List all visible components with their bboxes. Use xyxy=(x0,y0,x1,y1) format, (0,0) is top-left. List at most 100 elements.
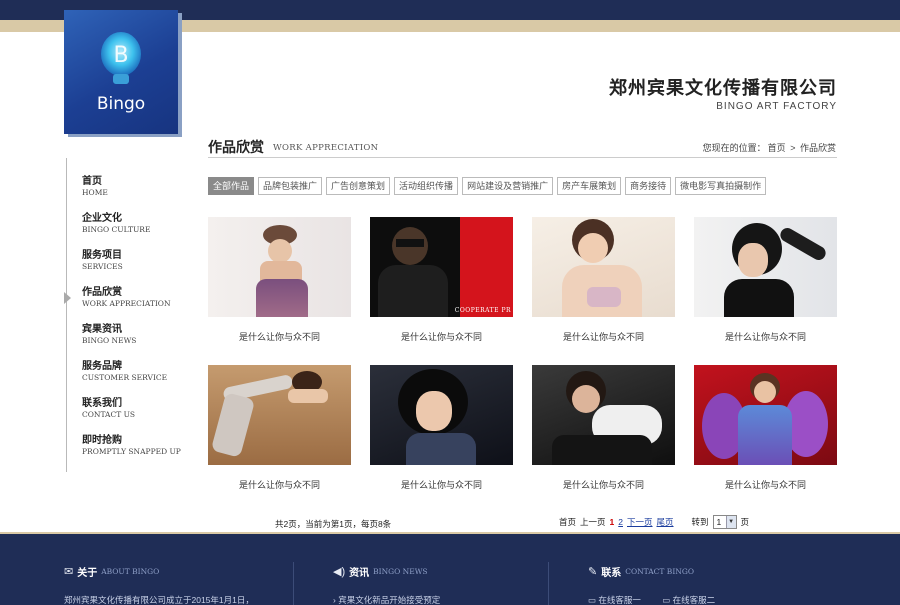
online-service-links: ▭ 在线客服一 ▭ 在线客服二 xyxy=(588,594,715,605)
filter-web-marketing[interactable]: 网站建设及营销推广 xyxy=(462,177,554,195)
gallery-card[interactable]: 是什么让你与众不同 xyxy=(694,365,837,491)
page-title: 作品欣赏 xyxy=(208,140,264,156)
footer-about-title: 关于 xyxy=(77,568,98,579)
photo-thumbnail[interactable] xyxy=(208,217,351,317)
gallery-card[interactable]: 是什么让你与众不同 xyxy=(370,365,513,491)
gallery-card[interactable]: 是什么让你与众不同 xyxy=(694,217,837,343)
filter-all-works[interactable]: 全部作品 xyxy=(208,177,255,195)
filter-business-reception[interactable]: 商务接待 xyxy=(625,177,672,195)
lightbulb-icon: B xyxy=(101,32,141,84)
photo-caption[interactable]: 是什么让你与众不同 xyxy=(532,478,675,491)
photo-caption[interactable]: 是什么让你与众不同 xyxy=(370,478,513,491)
gallery-card[interactable]: 是什么让你与众不同 xyxy=(208,365,351,491)
logo[interactable]: B Bingo xyxy=(64,10,178,134)
photo-caption[interactable]: 是什么让你与众不同 xyxy=(370,330,513,343)
footer-about-text: 郑州宾果文化传播有限公司成立于2015年1月1日， xyxy=(64,595,254,605)
nav-item-label-cn: 首页 xyxy=(82,176,102,187)
filter-micro-film[interactable]: 微电影写真拍摄制作 xyxy=(675,177,767,195)
page-2-link[interactable]: 2 xyxy=(618,517,623,527)
nav-item-label-en: PROMPTLY SNAPPED UP xyxy=(82,447,181,456)
photo-thumbnail[interactable] xyxy=(694,365,837,465)
nav-item-home[interactable]: 首页 HOME xyxy=(82,176,108,198)
category-filters: 全部作品 品牌包装推广 广告创意策划 活动组织传播 网站建设及营销推广 房产车展… xyxy=(208,177,767,196)
breadcrumb-separator: > xyxy=(790,143,796,153)
logo-text: Bingo xyxy=(96,94,146,114)
gallery-card[interactable]: 是什么让你与众不同 xyxy=(532,365,675,491)
footer-about-heading: ✉ 关于 ABOUT BINGO xyxy=(64,564,159,579)
chat-icon: ▭ xyxy=(588,595,597,605)
photo-caption[interactable]: 是什么让你与众不同 xyxy=(208,330,351,343)
photo-thumbnail[interactable] xyxy=(208,365,351,465)
page-select[interactable]: 1 ▼ xyxy=(712,515,737,529)
pagination-info: 共2页，当前为第1页，每页8条 xyxy=(275,519,392,529)
nav-item-label-en: CUSTOMER SERVICE xyxy=(82,373,168,382)
gallery-card[interactable]: 是什么让你与众不同 xyxy=(208,217,351,343)
pagination: 首页 上一页 1 2 下一页 尾页 转到 1 ▼ 页 xyxy=(559,515,749,529)
filter-real-estate-auto[interactable]: 房产车展策划 xyxy=(557,177,622,195)
filter-ad-planning[interactable]: 广告创意策划 xyxy=(326,177,391,195)
breadcrumb-current: 作品欣赏 xyxy=(799,143,836,153)
filter-event-organization[interactable]: 活动组织传播 xyxy=(394,177,459,195)
nav-item-news[interactable]: 宾果资讯 BINGO NEWS xyxy=(82,324,136,346)
photo-thumbnail[interactable]: COOPERATE PR xyxy=(370,217,513,317)
nav-item-customer-service[interactable]: 服务品牌 CUSTOMER SERVICE xyxy=(82,361,167,383)
nav-item-works[interactable]: 作品欣赏 WORK APPRECIATION xyxy=(82,287,171,309)
photo-caption[interactable]: 是什么让你与众不同 xyxy=(208,478,351,491)
footer-news-item-text[interactable]: 宾果文化新品开始接受预定 xyxy=(338,595,440,605)
photo-tag: COOPERATE PR xyxy=(454,307,511,314)
nav-item-contact[interactable]: 联系我们 CONTACT US xyxy=(82,398,135,420)
current-page-number: 1 xyxy=(609,517,615,527)
page-subtitle: WORK APPRECIATION xyxy=(273,143,379,153)
nav-item-label-cn: 联系我们 xyxy=(82,398,122,409)
nav-item-label-cn: 宾果资讯 xyxy=(82,324,122,335)
breadcrumb: 您现在的位置： 首页 > 作品欣赏 xyxy=(702,141,837,154)
work-gallery: 是什么让你与众不同 COOPERATE PR 是什么让你与众不同 是什么让你与众… xyxy=(208,217,838,497)
photo-thumbnail[interactable] xyxy=(532,217,675,317)
prev-page-link[interactable]: 上一页 xyxy=(580,516,606,528)
online-service-2-link[interactable]: 在线客服二 xyxy=(673,595,716,605)
photo-caption[interactable]: 是什么让你与众不同 xyxy=(694,330,837,343)
nav-item-label-en: CONTACT US xyxy=(82,410,136,419)
nav-item-label-en: WORK APPRECIATION xyxy=(82,299,171,308)
next-page-link[interactable]: 下一页 xyxy=(627,516,653,528)
goto-label: 转到 xyxy=(691,517,709,527)
handshake-icon: ✉ xyxy=(64,566,74,578)
section-header: 作品欣赏 WORK APPRECIATION 您现在的位置： 首页 > 作品欣赏 xyxy=(208,134,837,158)
photo-thumbnail[interactable] xyxy=(370,365,513,465)
breadcrumb-home-link[interactable]: 首页 xyxy=(768,143,786,153)
footer-news-item[interactable]: › 宾果文化新品开始接受预定 xyxy=(333,594,440,605)
edit-icon: ✎ xyxy=(588,566,598,578)
first-page-link[interactable]: 首页 xyxy=(559,516,576,528)
nav-item-label-cn: 企业文化 xyxy=(82,213,122,224)
breadcrumb-prefix: 您现在的位置： xyxy=(702,143,766,153)
photo-caption[interactable]: 是什么让你与众不同 xyxy=(532,330,675,343)
footer-contact-subtitle: CONTACT BINGO xyxy=(625,567,694,576)
nav-item-label-cn: 服务品牌 xyxy=(82,361,122,372)
photo-caption[interactable]: 是什么让你与众不同 xyxy=(694,478,837,491)
chat-icon: ▭ xyxy=(662,595,671,605)
nav-item-label-en: BINGO NEWS xyxy=(82,336,137,345)
nav-item-culture[interactable]: 企业文化 BINGO CULTURE xyxy=(82,213,150,235)
nav-item-label-en: HOME xyxy=(82,188,108,197)
nav-item-label-cn: 服务项目 xyxy=(82,250,122,261)
footer-contact-heading: ✎ 联系 CONTACT BINGO xyxy=(588,564,694,579)
footer-about-subtitle: ABOUT BINGO xyxy=(101,567,160,576)
svg-text:B: B xyxy=(113,43,128,68)
company-name: 郑州宾果文化传播有限公司 BINGO ART FACTORY xyxy=(609,74,837,112)
company-name-cn: 郑州宾果文化传播有限公司 xyxy=(609,78,837,99)
footer-news-title: 资讯 xyxy=(349,568,370,579)
company-name-en: BINGO ART FACTORY xyxy=(716,101,837,112)
chevron-down-icon[interactable]: ▼ xyxy=(725,516,736,528)
gallery-card[interactable]: 是什么让你与众不同 xyxy=(532,217,675,343)
filter-brand-packaging[interactable]: 品牌包装推广 xyxy=(258,177,323,195)
nav-item-services[interactable]: 服务项目 SERVICES xyxy=(82,250,123,272)
photo-thumbnail[interactable] xyxy=(532,365,675,465)
nav-item-label-cn: 作品欣赏 xyxy=(82,287,122,298)
last-page-link[interactable]: 尾页 xyxy=(657,516,674,528)
photo-thumbnail[interactable] xyxy=(694,217,837,317)
gallery-card[interactable]: COOPERATE PR 是什么让你与众不同 xyxy=(370,217,513,343)
footer-divider xyxy=(548,562,549,605)
footer-contact-title: 联系 xyxy=(601,568,622,579)
nav-item-snapped-up[interactable]: 即时抢购 PROMPTLY SNAPPED UP xyxy=(82,435,181,457)
online-service-1-link[interactable]: 在线客服一 xyxy=(598,595,641,605)
